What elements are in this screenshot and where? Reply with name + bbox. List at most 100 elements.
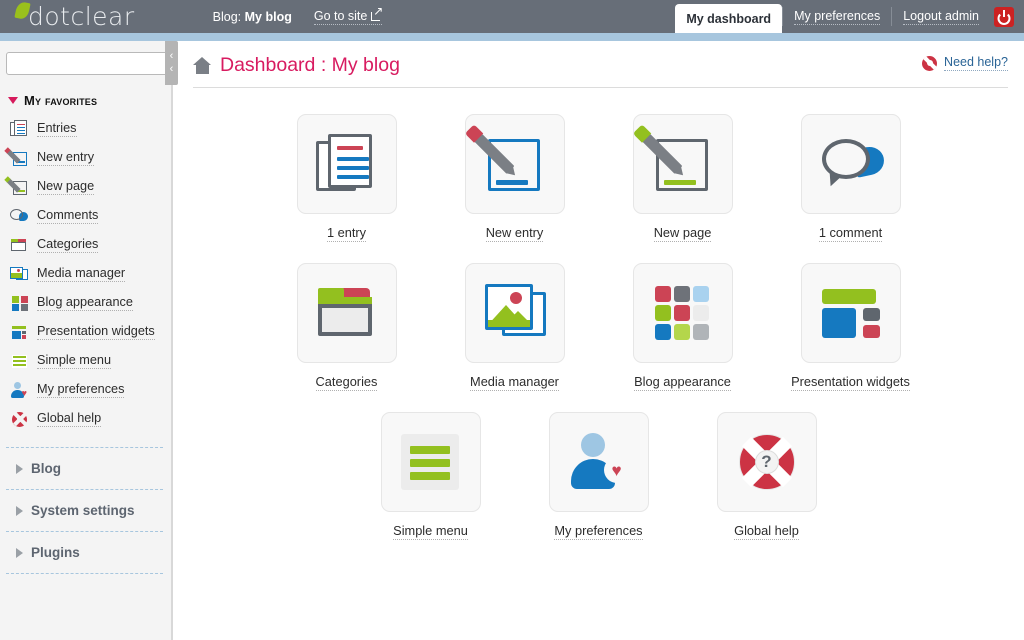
new-page-icon — [10, 178, 28, 196]
triangle-right-icon — [16, 464, 23, 474]
sidebar-item-label: My preferences — [37, 382, 124, 398]
search-form: OK — [6, 52, 163, 75]
dashboard-item-label: Media manager — [470, 374, 559, 391]
my-favorites-heading[interactable]: My favorites — [8, 93, 171, 108]
dashboard-grid: 1 entry New entry — [173, 88, 1024, 540]
dashboard-item-media-manager[interactable]: Media manager — [431, 263, 599, 391]
main-content: Dashboard : My blog Need help? 1 entry — [173, 41, 1024, 640]
triangle-right-icon — [16, 506, 23, 516]
need-help-link[interactable]: Need help? — [922, 55, 1008, 71]
blog-name-label: My blog — [245, 10, 292, 24]
dashboard-item-label: New entry — [486, 225, 544, 242]
presentation-widgets-icon — [10, 323, 28, 341]
triangle-right-icon — [16, 548, 23, 558]
sidebar-section-label: System settings — [31, 503, 135, 518]
dashboard-item-label: My preferences — [554, 523, 642, 540]
sidebar-item-comments[interactable]: Comments — [0, 201, 171, 230]
dashboard-row: Simple menu ♥ My preferences — [173, 412, 1024, 540]
sidebar-item-media-manager[interactable]: Media manager — [0, 259, 171, 288]
sidebar-item-my-preferences[interactable]: ♥ My preferences — [0, 375, 171, 404]
new-entry-icon — [10, 149, 28, 167]
dashboard-item-comments[interactable]: 1 comment — [767, 114, 935, 242]
dashboard-item-label: Global help — [734, 523, 799, 540]
entries-icon — [10, 120, 28, 138]
sidebar-item-new-page[interactable]: New page — [0, 172, 171, 201]
sidebar-item-categories[interactable]: Categories — [0, 230, 171, 259]
blog-appearance-icon — [10, 294, 28, 312]
media-manager-icon — [465, 263, 565, 363]
blog-prefix-label: Blog: — [213, 10, 242, 24]
global-help-icon: ? — [717, 412, 817, 512]
sidebar-item-label: Simple menu — [37, 353, 111, 369]
sidebar-item-label: Comments — [37, 208, 98, 224]
dashboard-item-global-help[interactable]: ? Global help — [683, 412, 851, 540]
dashboard-item-label: Blog appearance — [634, 374, 731, 391]
dashboard-item-presentation-widgets[interactable]: Presentation widgets — [767, 263, 935, 391]
dashboard-item-simple-menu[interactable]: Simple menu — [347, 412, 515, 540]
presentation-widgets-icon — [801, 263, 901, 363]
tab-my-dashboard[interactable]: My dashboard — [675, 4, 782, 33]
dashboard-item-new-entry[interactable]: New entry — [431, 114, 599, 242]
page-title: Dashboard : My blog — [220, 54, 400, 77]
logout-power-icon[interactable] — [994, 7, 1014, 27]
my-preferences-icon: ♥ — [10, 381, 28, 399]
my-favorites-label: My favorites — [24, 93, 97, 108]
entries-icon — [297, 114, 397, 214]
favorites-list: Entries New entry New page — [0, 114, 171, 433]
sidebar-section-blog[interactable]: Blog — [6, 447, 163, 489]
search-input[interactable] — [6, 52, 188, 75]
sidebar-sections: Blog System settings Plugins — [0, 447, 171, 574]
top-nav: My dashboard My preferences Logout admin — [675, 0, 1024, 33]
comments-icon — [801, 114, 901, 214]
simple-menu-icon — [381, 412, 481, 512]
dotclear-logo[interactable]: dotclear — [14, 3, 135, 30]
dashboard-item-entries[interactable]: 1 entry — [263, 114, 431, 242]
my-preferences-icon: ♥ — [549, 412, 649, 512]
help-question-mark: ? — [755, 450, 779, 474]
dashboard-item-label: Simple menu — [393, 523, 468, 540]
dashboard-row: Categories Media manager — [173, 263, 1024, 391]
top-header: dotclear Blog: My blog Go to site My das… — [0, 0, 1024, 33]
nav-my-preferences[interactable]: My preferences — [783, 0, 891, 33]
dashboard-item-label: 1 comment — [819, 225, 882, 242]
sidebar-section-label: Blog — [31, 461, 61, 476]
sidebar-item-entries[interactable]: Entries — [0, 114, 171, 143]
external-link-icon — [371, 10, 382, 21]
sidebar-item-label: Categories — [37, 237, 98, 253]
sidebar-section-system-settings[interactable]: System settings — [6, 489, 163, 531]
sidebar-section-label: Plugins — [31, 545, 80, 560]
chevron-left-icon: ‹ — [170, 63, 174, 76]
media-manager-icon — [10, 265, 28, 283]
dashboard-item-label: 1 entry — [327, 225, 366, 242]
dashboard-item-new-page[interactable]: New page — [599, 114, 767, 242]
sidebar-item-label: Global help — [37, 411, 101, 427]
brand-name: dotclear — [14, 3, 135, 30]
dashboard-row: 1 entry New entry — [173, 114, 1024, 242]
sidebar-item-blog-appearance[interactable]: Blog appearance — [0, 288, 171, 317]
sidebar-item-label: New entry — [37, 150, 94, 166]
sidebar-item-presentation-widgets[interactable]: Presentation widgets — [0, 317, 171, 346]
sidebar-item-label: Entries — [37, 121, 77, 137]
dashboard-item-my-preferences[interactable]: ♥ My preferences — [515, 412, 683, 540]
sidebar-item-new-entry[interactable]: New entry — [0, 143, 171, 172]
accent-strip — [0, 33, 1024, 41]
page-body: ‹ ‹ OK My favorites Entries — [0, 41, 1024, 640]
dashboard-item-label: Presentation widgets — [791, 374, 910, 391]
sidebar-item-simple-menu[interactable]: Simple menu — [0, 346, 171, 375]
sidebar-item-label: Presentation widgets — [37, 324, 155, 340]
sidebar-collapse-handle[interactable]: ‹ ‹ — [165, 41, 178, 85]
goto-site-label: Go to site — [314, 9, 368, 23]
comments-icon — [10, 207, 28, 225]
dashboard-item-blog-appearance[interactable]: Blog appearance — [599, 263, 767, 391]
nav-logout[interactable]: Logout admin — [892, 0, 990, 33]
global-help-icon — [10, 410, 28, 428]
home-icon — [193, 57, 212, 74]
blog-info: Blog: My blog — [213, 10, 292, 24]
sidebar-item-global-help[interactable]: Global help — [0, 404, 171, 433]
page-header: Dashboard : My blog Need help? — [173, 41, 1024, 77]
sidebar-section-plugins[interactable]: Plugins — [6, 531, 163, 574]
chevron-left-icon: ‹ — [170, 50, 174, 63]
goto-site-link[interactable]: Go to site — [314, 9, 383, 25]
dashboard-item-categories[interactable]: Categories — [263, 263, 431, 391]
nav-logout-label: Logout admin — [903, 9, 979, 25]
